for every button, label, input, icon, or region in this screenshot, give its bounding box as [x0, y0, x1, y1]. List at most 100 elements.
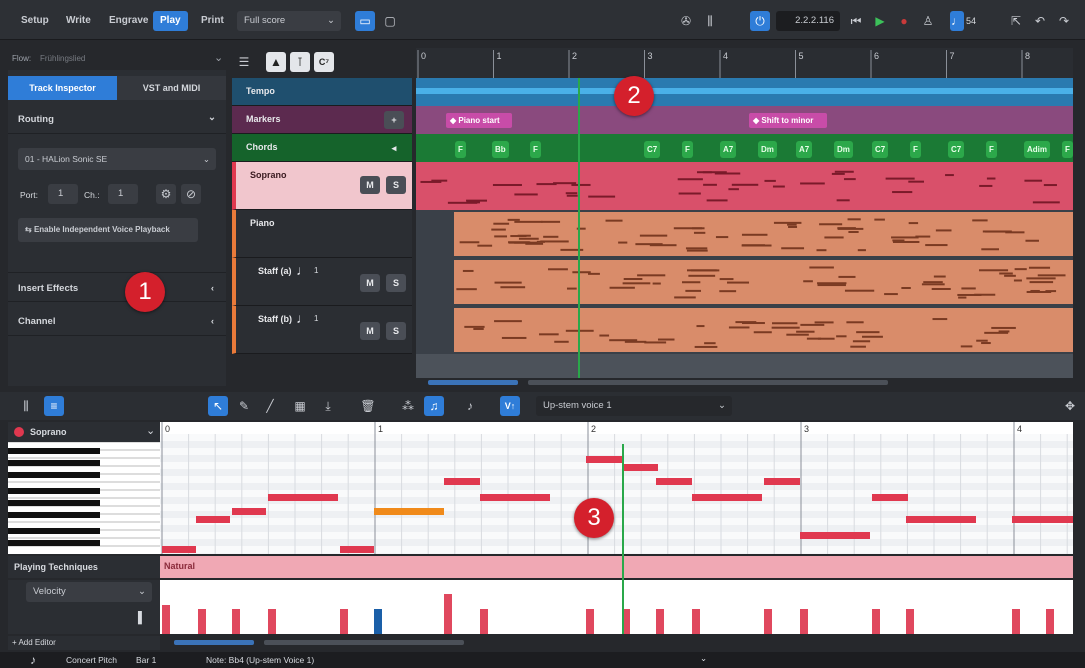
velocity-select[interactable]: Velocity ⌄: [26, 582, 152, 602]
gear-icon[interactable]: ⚙: [156, 184, 176, 204]
chord-symbol[interactable]: Adim: [1024, 141, 1050, 158]
velocity-bar[interactable]: [906, 609, 914, 634]
track-markers[interactable]: Markers +: [232, 106, 412, 134]
technique-natural[interactable]: Natural: [164, 561, 195, 571]
instrument-select[interactable]: 01 - HALion Sonic SE ⌄: [18, 148, 216, 170]
note-block[interactable]: [374, 508, 444, 515]
tuplet-icon[interactable]: ♪: [460, 396, 480, 416]
staff-a-region[interactable]: [454, 260, 1073, 304]
velocity-bar[interactable]: [586, 609, 594, 634]
insert-icon[interactable]: ⤓: [318, 396, 338, 416]
note-value-icon[interactable]: ♪: [30, 653, 36, 667]
velocity-bar[interactable]: [1012, 609, 1020, 634]
editor-scroll-thumb[interactable]: [264, 640, 464, 645]
pencil-icon[interactable]: ✎: [234, 396, 254, 416]
metronome-icon[interactable]: ♙: [918, 11, 938, 31]
velocity-bar[interactable]: [656, 609, 664, 634]
velocity-bar[interactable]: [232, 609, 240, 634]
soprano-lane[interactable]: [416, 162, 1073, 210]
marker-piano-start[interactable]: ◆ Piano start: [446, 113, 512, 128]
play-icon[interactable]: ▶: [870, 11, 890, 31]
note-block[interactable]: [800, 532, 870, 539]
note-block[interactable]: [1046, 516, 1073, 523]
chord-symbol[interactable]: C7: [872, 141, 889, 158]
tempo-lane[interactable]: [416, 78, 1073, 106]
velocity-bar[interactable]: [692, 609, 700, 634]
solo-button[interactable]: S: [386, 274, 406, 292]
velocity-bar[interactable]: [800, 609, 808, 634]
markers-lane[interactable]: ◆ Piano start ◆ Shift to minor: [416, 106, 1073, 134]
solo-button[interactable]: S: [386, 322, 406, 340]
select-tool-icon[interactable]: ↖: [208, 396, 228, 416]
tempo-note-icon[interactable]: ♩: [950, 11, 964, 31]
solo-button[interactable]: S: [386, 176, 406, 194]
velocity-bar[interactable]: [872, 609, 880, 634]
layout-select[interactable]: Full score ⌄: [237, 11, 341, 31]
galley-view-icon[interactable]: ▭: [355, 11, 375, 31]
track-list-icon[interactable]: ☰: [234, 52, 254, 72]
zoom-slider[interactable]: [428, 380, 518, 385]
edit-icon[interactable]: ⊘: [181, 184, 201, 204]
track-tempo[interactable]: Tempo: [232, 78, 412, 106]
chord-symbol[interactable]: F: [530, 141, 541, 158]
mode-setup[interactable]: Setup: [14, 11, 56, 31]
redo-icon[interactable]: ↷: [1054, 11, 1074, 31]
page-view-icon[interactable]: ▢: [380, 11, 400, 31]
velocity-bar[interactable]: [1046, 609, 1054, 634]
dynamics-icon[interactable]: ▲: [266, 52, 286, 72]
velocity-bar[interactable]: [268, 609, 276, 634]
velocity-bar[interactable]: [374, 609, 382, 634]
chord-symbol[interactable]: C7: [644, 141, 661, 158]
note-block[interactable]: [340, 546, 374, 553]
velocity-bar[interactable]: [198, 609, 206, 634]
chord-symbol[interactable]: A7: [796, 141, 813, 158]
port-field[interactable]: 1: [48, 184, 78, 204]
chord-symbol[interactable]: F: [455, 141, 466, 158]
track-piano[interactable]: Piano: [232, 210, 412, 258]
chord-symbol[interactable]: F: [682, 141, 693, 158]
external-link-icon[interactable]: ⇱: [1006, 11, 1026, 31]
mode-print[interactable]: Print: [194, 11, 231, 31]
note-block[interactable]: [872, 494, 908, 501]
staff-b-region[interactable]: [454, 308, 1073, 352]
staff-b-lane[interactable]: [416, 306, 1073, 354]
mute-button[interactable]: M: [360, 176, 380, 194]
mode-engrave[interactable]: Engrave: [102, 11, 155, 31]
voice-playback-button[interactable]: ⇆ Enable Independent Voice Playback: [18, 218, 198, 242]
horizontal-scrollbar[interactable]: [416, 378, 1073, 388]
chord-symbol[interactable]: C7: [948, 141, 965, 158]
bar-graph-icon[interactable]: ▐: [134, 612, 142, 624]
velocity-bar[interactable]: [764, 609, 772, 634]
note-block[interactable]: [764, 478, 800, 485]
staff-a-lane[interactable]: [416, 258, 1073, 306]
channel-section[interactable]: Channel ‹: [8, 306, 226, 336]
note-block[interactable]: [162, 546, 196, 553]
velocity-lane[interactable]: [160, 580, 1073, 634]
chord-symbol-icon[interactable]: C⁷: [314, 52, 334, 72]
editor-view-icon[interactable]: ≡: [44, 396, 64, 416]
routing-section[interactable]: Routing ⌄: [8, 104, 226, 134]
chevron-down-icon[interactable]: ⌄: [700, 653, 707, 664]
waveform-icon[interactable]: ⁂: [398, 396, 418, 416]
voice-select[interactable]: Up-stem voice 1 ⌄: [536, 396, 732, 416]
track-chords[interactable]: Chords ◂: [232, 134, 412, 162]
quantize-icon[interactable]: ▦: [290, 396, 310, 416]
editor-playhead[interactable]: [622, 444, 624, 634]
add-marker-icon[interactable]: +: [384, 111, 404, 129]
velocity-bar[interactable]: [444, 594, 452, 634]
concert-pitch-toggle[interactable]: Concert Pitch: [66, 655, 117, 665]
piano-lane[interactable]: [416, 210, 1073, 258]
mode-play[interactable]: Play: [153, 11, 188, 31]
note-block[interactable]: [906, 516, 976, 523]
voice-icon[interactable]: V↑: [500, 396, 520, 416]
note-block[interactable]: [480, 494, 550, 501]
velocity-bar[interactable]: [480, 609, 488, 634]
timeline-ruler[interactable]: 0123456789: [416, 48, 1073, 78]
line-tool-icon[interactable]: ╱: [260, 396, 280, 416]
editor-zoom-slider[interactable]: [174, 640, 254, 645]
note-block[interactable]: [268, 494, 338, 501]
playhead[interactable]: [578, 78, 580, 378]
note-block[interactable]: [1012, 516, 1048, 523]
velocity-bar[interactable]: [162, 605, 170, 634]
mode-write[interactable]: Write: [59, 11, 98, 31]
